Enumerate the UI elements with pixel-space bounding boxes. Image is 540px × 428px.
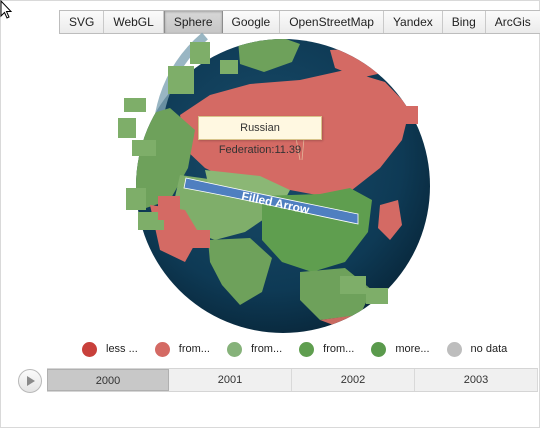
legend-label: from... <box>178 343 210 355</box>
legend-swatch <box>226 341 242 357</box>
legend-swatch <box>371 341 387 357</box>
legend-item[interactable]: no data <box>446 341 508 357</box>
globe-map[interactable]: Filled Arrow Russian Federation:11.39 <box>0 0 540 335</box>
timeline-tick-2000[interactable]: 2000 <box>47 369 170 391</box>
legend-label: more... <box>395 343 430 355</box>
globe-svg: Filled Arrow <box>118 32 430 333</box>
timeline-tick-2002[interactable]: 2002 <box>292 369 416 391</box>
legend-swatch <box>446 341 462 357</box>
map-legend: less ... from... from... from... more...… <box>82 340 524 358</box>
legend-item[interactable]: from... <box>299 341 355 357</box>
legend-label: from... <box>323 343 355 355</box>
legend-label: from... <box>250 343 283 355</box>
legend-item[interactable]: from... <box>226 341 283 357</box>
country-tooltip: Russian Federation:11.39 <box>198 116 322 156</box>
timeline-tick-2001[interactable]: 2001 <box>169 369 293 391</box>
legend-swatch <box>82 341 97 357</box>
legend-label: no data <box>470 343 508 355</box>
legend-swatch <box>299 341 315 357</box>
timeline-tick-2003[interactable]: 2003 <box>415 369 539 391</box>
play-button[interactable] <box>18 369 42 393</box>
legend-item[interactable]: from... <box>154 341 210 357</box>
legend-item[interactable]: less ... <box>82 341 138 357</box>
mouse-cursor-icon <box>0 0 13 19</box>
timeline-slider[interactable]: 2000 2001 2002 2003 <box>47 368 539 392</box>
legend-item[interactable]: more... <box>371 341 430 357</box>
legend-label: less ... <box>106 343 138 355</box>
legend-swatch <box>154 341 170 357</box>
